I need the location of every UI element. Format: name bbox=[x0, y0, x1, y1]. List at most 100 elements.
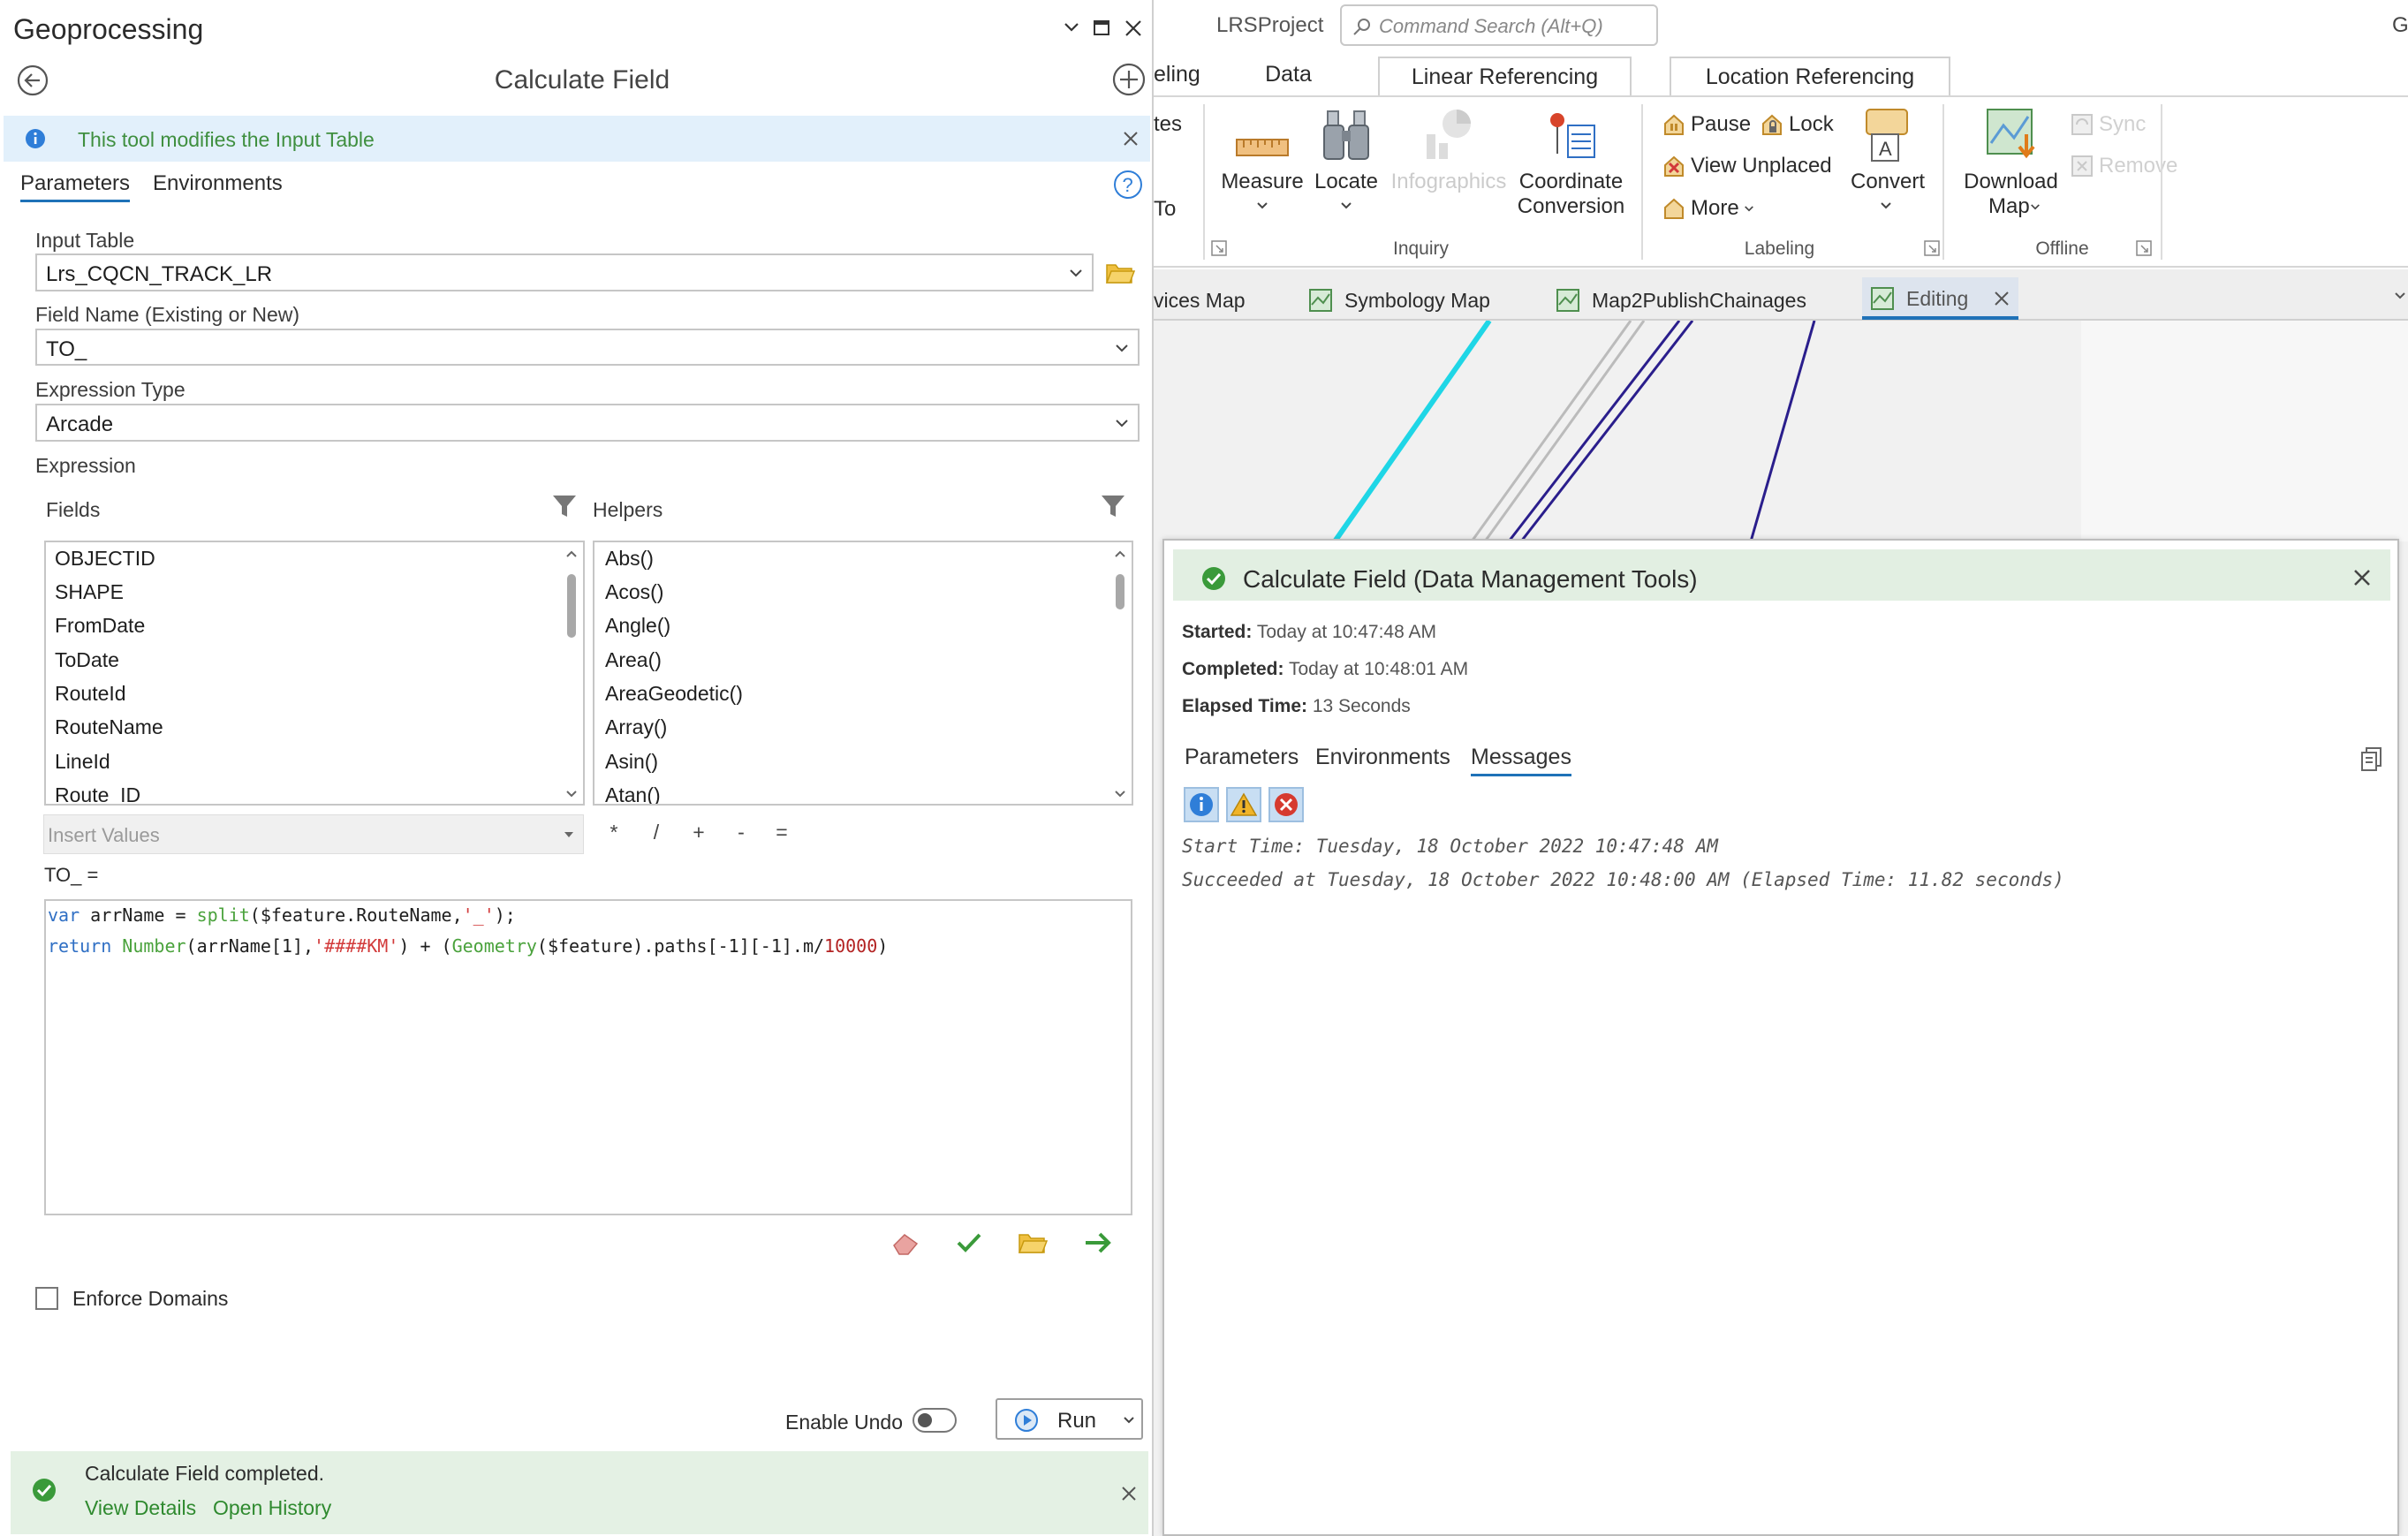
map-tab-services-map[interactable]: vices Map bbox=[1154, 283, 1281, 316]
details-tab-environments[interactable]: Environments bbox=[1315, 745, 1450, 770]
view-unplaced-label: View Unplaced bbox=[1691, 154, 1832, 178]
enable-undo-toggle[interactable]: Enable Undo bbox=[785, 1406, 958, 1434]
field-item-route_id[interactable]: Route_ID bbox=[55, 783, 140, 804]
filter-icon[interactable] bbox=[1100, 493, 1126, 519]
ribbon-partial-label-2[interactable]: To bbox=[1154, 197, 1176, 222]
scroll-thumb[interactable] bbox=[567, 574, 576, 638]
view-details-link[interactable]: View Details bbox=[85, 1496, 196, 1520]
operator-add-button[interactable]: + bbox=[688, 821, 709, 848]
helper-item-atan[interactable]: Atan() bbox=[605, 783, 661, 804]
view-unplaced-button[interactable]: View Unplaced bbox=[1661, 149, 1832, 183]
operator-divide-button[interactable]: / bbox=[646, 821, 667, 848]
ribbon-tab-modeling[interactable]: eling bbox=[1154, 62, 1200, 87]
convert-button[interactable]: A Convert bbox=[1851, 106, 1925, 222]
toggle-switch[interactable] bbox=[912, 1408, 957, 1433]
copy-icon[interactable] bbox=[2359, 745, 2385, 772]
helper-item-asin[interactable]: Asin() bbox=[605, 750, 658, 774]
browse-folder-icon[interactable] bbox=[1105, 260, 1135, 284]
field-item-fromdate[interactable]: FromDate bbox=[55, 614, 145, 638]
dialog-launcher-icon[interactable] bbox=[1924, 240, 1940, 256]
close-icon[interactable] bbox=[1124, 19, 1143, 38]
operator-equals-button[interactable]: = bbox=[771, 821, 792, 848]
command-search-input[interactable]: Command Search (Alt+Q) bbox=[1340, 4, 1658, 46]
ribbon-tab-data[interactable]: Data bbox=[1251, 62, 1326, 87]
close-icon[interactable] bbox=[1993, 290, 2010, 307]
run-button[interactable]: Run bbox=[996, 1398, 1143, 1440]
infographics-button[interactable]: Infographics bbox=[1384, 106, 1513, 222]
map-tab-editing[interactable]: Editing bbox=[1862, 277, 2018, 320]
chevron-down-icon[interactable] bbox=[1123, 1416, 1135, 1425]
clear-eraser-icon[interactable] bbox=[890, 1230, 920, 1256]
locate-button[interactable]: Locate bbox=[1310, 106, 1382, 222]
open-folder-icon[interactable] bbox=[1018, 1230, 1048, 1254]
ribbon-tab-location-referencing[interactable]: Location Referencing bbox=[1670, 57, 1950, 95]
measure-button[interactable]: Measure bbox=[1221, 106, 1304, 222]
details-tab-parameters[interactable]: Parameters bbox=[1185, 745, 1299, 770]
tab-environments[interactable]: Environments bbox=[153, 171, 283, 196]
scroll-up-icon[interactable] bbox=[565, 549, 578, 558]
helpers-scrollbar[interactable] bbox=[1109, 542, 1132, 804]
helper-item-abs[interactable]: Abs() bbox=[605, 547, 654, 571]
filter-info-button[interactable] bbox=[1184, 787, 1219, 822]
helper-item-acos[interactable]: Acos() bbox=[605, 580, 663, 604]
scroll-thumb[interactable] bbox=[1116, 574, 1124, 609]
close-icon[interactable] bbox=[2351, 567, 2373, 588]
helpers-list[interactable]: Abs() Acos() Angle() Area() AreaGeodetic… bbox=[593, 541, 1133, 806]
more-button[interactable]: More bbox=[1661, 192, 1753, 225]
save-arrow-icon[interactable] bbox=[1083, 1230, 1113, 1255]
scroll-down-icon[interactable] bbox=[1114, 790, 1126, 798]
fields-list[interactable]: OBJECTID SHAPE FromDate ToDate RouteId R… bbox=[44, 541, 585, 806]
coordinate-conversion-button[interactable]: Coordinate Conversion bbox=[1515, 106, 1627, 222]
chevron-down-icon[interactable] bbox=[2394, 291, 2406, 300]
download-map-button[interactable]: Download Map bbox=[1957, 106, 2065, 222]
sync-button[interactable]: Sync bbox=[2069, 108, 2146, 141]
helper-item-area[interactable]: Area() bbox=[605, 648, 662, 672]
operator-multiply-button[interactable]: * bbox=[603, 821, 625, 848]
insert-values-dropdown[interactable]: Insert Values bbox=[43, 814, 584, 854]
expression-type-dropdown[interactable]: Arcade bbox=[35, 404, 1140, 442]
map-tab-map2publishchainages[interactable]: Map2PublishChainages bbox=[1556, 283, 1825, 316]
geoprocessing-title-label: Geoprocessing bbox=[13, 13, 204, 45]
back-icon[interactable] bbox=[16, 64, 49, 97]
dialog-launcher-icon[interactable] bbox=[1211, 240, 1227, 256]
filter-warning-button[interactable] bbox=[1226, 787, 1261, 822]
pause-button[interactable]: Pause bbox=[1661, 108, 1751, 141]
checkbox-box[interactable] bbox=[35, 1287, 58, 1310]
close-icon[interactable] bbox=[1122, 130, 1140, 148]
helper-item-angle[interactable]: Angle() bbox=[605, 614, 670, 638]
chevron-down-icon[interactable] bbox=[1064, 21, 1079, 34]
ribbon-tab-linear-referencing[interactable]: Linear Referencing bbox=[1378, 57, 1632, 95]
user-initial[interactable]: G bbox=[2392, 14, 2408, 37]
remove-button[interactable]: Remove bbox=[2069, 149, 2189, 183]
enforce-domains-checkbox[interactable]: Enforce Domains bbox=[35, 1287, 233, 1310]
field-name-dropdown[interactable]: TO_ bbox=[35, 329, 1140, 366]
fields-scrollbar[interactable] bbox=[560, 542, 583, 804]
ribbon-partial-label[interactable]: tes bbox=[1154, 112, 1182, 137]
add-icon[interactable] bbox=[1111, 62, 1147, 97]
field-item-shape[interactable]: SHAPE bbox=[55, 580, 124, 604]
close-icon[interactable] bbox=[1120, 1485, 1138, 1502]
helper-item-areageodetic[interactable]: AreaGeodetic() bbox=[605, 682, 743, 706]
filter-error-button[interactable] bbox=[1268, 787, 1304, 822]
filter-icon[interactable] bbox=[551, 493, 578, 519]
field-item-routename[interactable]: RouteName bbox=[55, 715, 163, 739]
help-icon[interactable]: ? bbox=[1113, 170, 1143, 200]
details-tab-messages[interactable]: Messages bbox=[1471, 745, 1571, 776]
maximize-icon[interactable] bbox=[1093, 19, 1110, 36]
operator-subtract-button[interactable]: - bbox=[731, 821, 752, 848]
input-table-dropdown[interactable]: Lrs_CQCN_TRACK_LR bbox=[35, 253, 1094, 291]
field-item-routeid[interactable]: RouteId bbox=[55, 682, 126, 706]
map-tab-symbology-map[interactable]: Symbology Map bbox=[1309, 283, 1516, 316]
scroll-up-icon[interactable] bbox=[1114, 549, 1126, 558]
field-item-lineid[interactable]: LineId bbox=[55, 750, 110, 774]
verify-check-icon[interactable] bbox=[956, 1230, 982, 1255]
tab-parameters[interactable]: Parameters bbox=[20, 171, 131, 202]
scroll-down-icon[interactable] bbox=[565, 790, 578, 798]
dialog-launcher-icon[interactable] bbox=[2136, 240, 2152, 256]
helper-item-array[interactable]: Array() bbox=[605, 715, 667, 739]
field-item-todate[interactable]: ToDate bbox=[55, 648, 119, 672]
field-item-objectid[interactable]: OBJECTID bbox=[55, 547, 155, 571]
lock-button[interactable]: Lock bbox=[1759, 108, 1844, 141]
expression-editor[interactable]: var arrName = split($feature.RouteName,'… bbox=[44, 899, 1132, 1215]
open-history-link[interactable]: Open History bbox=[213, 1496, 331, 1520]
